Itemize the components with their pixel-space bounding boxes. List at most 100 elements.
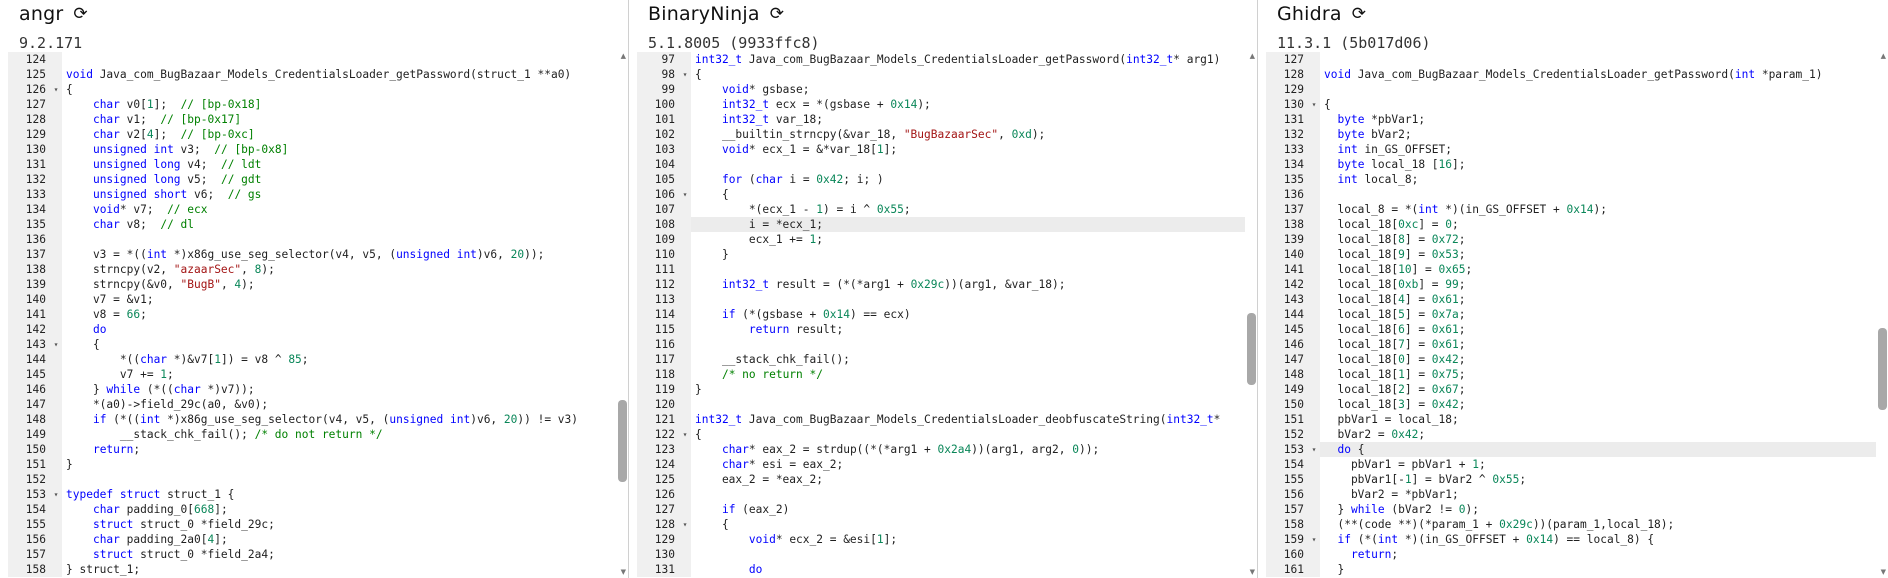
fold-toggle-icon[interactable]: ▾ [679, 187, 691, 202]
code-line[interactable]: 100 int32_t ecx = *(gsbase + 0x14); [637, 97, 1245, 112]
code-line[interactable]: 156 char padding_2a0[4]; [8, 532, 616, 547]
code-line[interactable]: 134 void* v7; // ecx [8, 202, 616, 217]
scrollbar-thumb[interactable] [1247, 312, 1256, 385]
code-line[interactable]: 135 int local_8; [1266, 172, 1876, 187]
scroll-down-icon[interactable]: ▼ [1250, 568, 1255, 576]
code-line[interactable]: 147 local_18[0] = 0x42; [1266, 352, 1876, 367]
code-line[interactable]: 150 local_18[3] = 0x42; [1266, 397, 1876, 412]
code-line[interactable]: 124 char* esi = eax_2; [637, 457, 1245, 472]
code-line[interactable]: 137 local_8 = *(int *)(in_GS_OFFSET + 0x… [1266, 202, 1876, 217]
code-line[interactable]: 155 pbVar1[-1] = bVar2 ^ 0x55; [1266, 472, 1876, 487]
code-line[interactable]: 154 char padding_0[668]; [8, 502, 616, 517]
code-line[interactable]: 125 void Java_com_BugBazaar_Models_Creden… [8, 67, 616, 82]
code-line[interactable]: 152 [8, 472, 616, 487]
code-line[interactable]: 142 do [8, 322, 616, 337]
code-line[interactable]: 122 ▾ { [637, 427, 1245, 442]
fold-toggle-icon[interactable]: ▾ [1308, 97, 1320, 112]
code-line[interactable]: 143 local_18[4] = 0x61; [1266, 292, 1876, 307]
code-line[interactable]: 125 eax_2 = *eax_2; [637, 472, 1245, 487]
code-line[interactable]: 101 int32_t var_18; [637, 112, 1245, 127]
refresh-icon[interactable]: ⟳ [1352, 5, 1366, 23]
code-line[interactable]: 126 [637, 487, 1245, 502]
code-line[interactable]: 134 byte local_18 [16]; [1266, 157, 1876, 172]
code-line[interactable]: 119} [637, 382, 1245, 397]
code-line[interactable]: 144 *((char *)&v7[1]) = v8 ^ 85; [8, 352, 616, 367]
code-line[interactable]: 130 [637, 547, 1245, 562]
scrollbar-thumb[interactable] [618, 399, 627, 482]
code-line[interactable]: 115 return result; [637, 322, 1245, 337]
code-line[interactable]: 155 struct struct_0 *field_29c; [8, 517, 616, 532]
code-line[interactable]: 158} struct_1; [8, 562, 616, 577]
code-line[interactable]: 158 (**(code **)(*param_1 + 0x29c))(para… [1266, 517, 1876, 532]
code-line[interactable]: 127 [1266, 52, 1876, 67]
code-line[interactable]: 140 local_18[9] = 0x53; [1266, 247, 1876, 262]
code-line[interactable]: 140 v7 = &v1; [8, 292, 616, 307]
code-line[interactable]: 123 char* eax_2 = strdup((*(*arg1 + 0x2a… [637, 442, 1245, 457]
code-line[interactable]: 142 local_18[0xb] = 99; [1266, 277, 1876, 292]
code-line[interactable]: 153 ▾ typedef struct struct_1 { [8, 487, 616, 502]
scroll-up-icon[interactable]: ▲ [1881, 52, 1886, 60]
code-line[interactable]: 136 [1266, 187, 1876, 202]
code-line[interactable]: 113 [637, 292, 1245, 307]
scroll-up-icon[interactable]: ▲ [1250, 52, 1255, 60]
code-line[interactable]: 126 ▾ { [8, 82, 616, 97]
fold-toggle-icon[interactable]: ▾ [679, 67, 691, 82]
code-line[interactable]: 151} [8, 457, 616, 472]
code-line[interactable]: 130 unsigned int v3; // [bp-0x8] [8, 142, 616, 157]
code-line[interactable]: 160 return; [1266, 547, 1876, 562]
fold-toggle-icon[interactable]: ▾ [679, 427, 691, 442]
code-line[interactable]: 102 __builtin_strncpy(&var_18, "BugBazaa… [637, 127, 1245, 142]
code-line[interactable]: 132 unsigned long v5; // gdt [8, 172, 616, 187]
code-line[interactable]: 130 ▾ { [1266, 97, 1876, 112]
fold-toggle-icon[interactable]: ▾ [50, 337, 62, 352]
code-line[interactable]: 146 local_18[7] = 0x61; [1266, 337, 1876, 352]
code-line[interactable]: 139 strncpy(&v0, "BugB", 4); [8, 277, 616, 292]
code-line[interactable]: 149 __stack_chk_fail(); /* do not return… [8, 427, 616, 442]
fold-toggle-icon[interactable]: ▾ [50, 82, 62, 97]
code-line[interactable]: 161 } [1266, 562, 1876, 577]
code-line[interactable]: 131 unsigned long v4; // ldt [8, 157, 616, 172]
code-line[interactable]: 138 strncpy(v2, "azaarSec", 8); [8, 262, 616, 277]
code-line[interactable]: 131 byte *pbVar1; [1266, 112, 1876, 127]
code-line[interactable]: 149 local_18[2] = 0x67; [1266, 382, 1876, 397]
code-line[interactable]: 137 v3 = *((int *)x86g_use_seg_selector(… [8, 247, 616, 262]
code-line[interactable]: 133 int in_GS_OFFSET; [1266, 142, 1876, 157]
fold-toggle-icon[interactable]: ▾ [1308, 442, 1320, 457]
code-line[interactable]: 143 ▾ { [8, 337, 616, 352]
fold-toggle-icon[interactable]: ▾ [679, 517, 691, 532]
code-line[interactable]: 110 } [637, 247, 1245, 262]
code-line[interactable]: 106 ▾ { [637, 187, 1245, 202]
code-line[interactable]: 156 bVar2 = *pbVar1; [1266, 487, 1876, 502]
code-view[interactable]: 124 125 void Java_com_BugBazaar_Models_Cre… [8, 52, 616, 578]
code-line[interactable]: 117 __stack_chk_fail(); [637, 352, 1245, 367]
scroll-down-icon[interactable]: ▼ [1881, 568, 1886, 576]
code-line[interactable]: 133 unsigned short v6; // gs [8, 187, 616, 202]
code-line[interactable]: 128 void Java_com_BugBazaar_Models_Creden… [1266, 67, 1876, 82]
code-line[interactable]: 153 ▾ do { [1266, 442, 1876, 457]
code-line[interactable]: 120 [637, 397, 1245, 412]
code-line[interactable]: 145 local_18[6] = 0x61; [1266, 322, 1876, 337]
code-line[interactable]: 128 char v1; // [bp-0x17] [8, 112, 616, 127]
code-line[interactable]: 148 local_18[1] = 0x75; [1266, 367, 1876, 382]
code-line[interactable]: 103 void* ecx_1 = &*var_18[1]; [637, 142, 1245, 157]
scrollbar-thumb[interactable] [1878, 328, 1887, 411]
code-line[interactable]: 97 int32_t Java_com_BugBazaar_Models_Cred… [637, 52, 1245, 67]
code-line[interactable]: 146 } while (*((char *)v7)); [8, 382, 616, 397]
code-line[interactable]: 127 if (eax_2) [637, 502, 1245, 517]
scroll-up-icon[interactable]: ▲ [621, 52, 626, 60]
code-line[interactable]: 108 i = *ecx_1; [637, 217, 1245, 232]
fold-toggle-icon[interactable]: ▾ [50, 487, 62, 502]
code-line[interactable]: 152 bVar2 = 0x42; [1266, 427, 1876, 442]
code-line[interactable]: 136 [8, 232, 616, 247]
code-view[interactable]: 97 int32_t Java_com_BugBazaar_Models_Cred… [637, 52, 1245, 578]
code-line[interactable]: 104 [637, 157, 1245, 172]
refresh-icon[interactable]: ⟳ [73, 5, 87, 23]
code-line[interactable]: 144 local_18[5] = 0x7a; [1266, 307, 1876, 322]
code-line[interactable]: 99 void* gsbase; [637, 82, 1245, 97]
code-line[interactable]: 116 [637, 337, 1245, 352]
scroll-down-icon[interactable]: ▼ [621, 568, 626, 576]
code-line[interactable]: 139 local_18[8] = 0x72; [1266, 232, 1876, 247]
code-line[interactable]: 138 local_18[0xc] = 0; [1266, 217, 1876, 232]
code-line[interactable]: 111 [637, 262, 1245, 277]
code-line[interactable]: 112 int32_t result = (*(*arg1 + 0x29c))(… [637, 277, 1245, 292]
